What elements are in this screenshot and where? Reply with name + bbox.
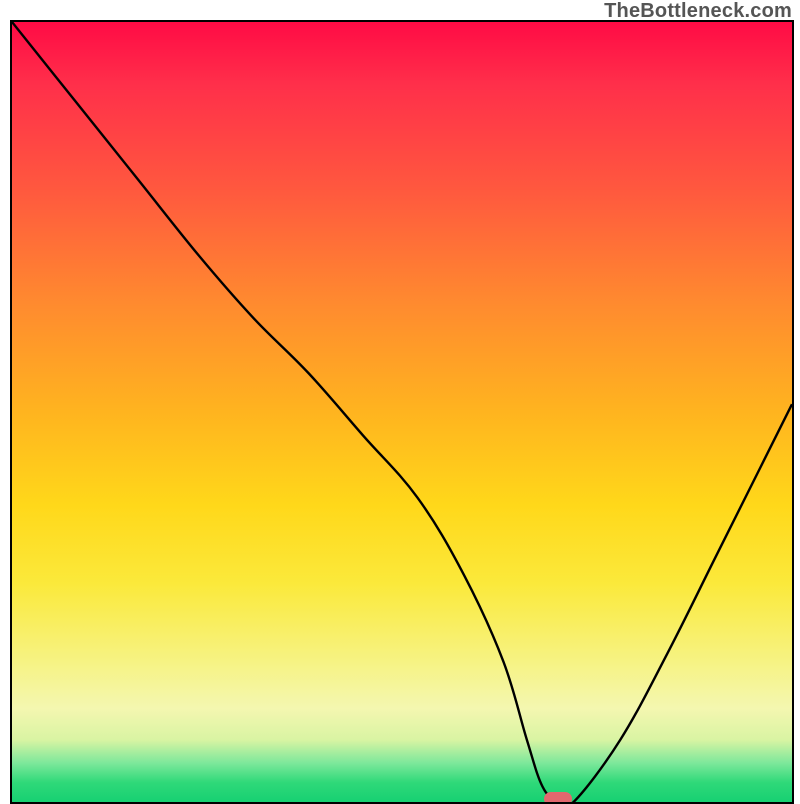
background-gradient bbox=[12, 22, 792, 802]
plot-frame bbox=[10, 20, 794, 804]
